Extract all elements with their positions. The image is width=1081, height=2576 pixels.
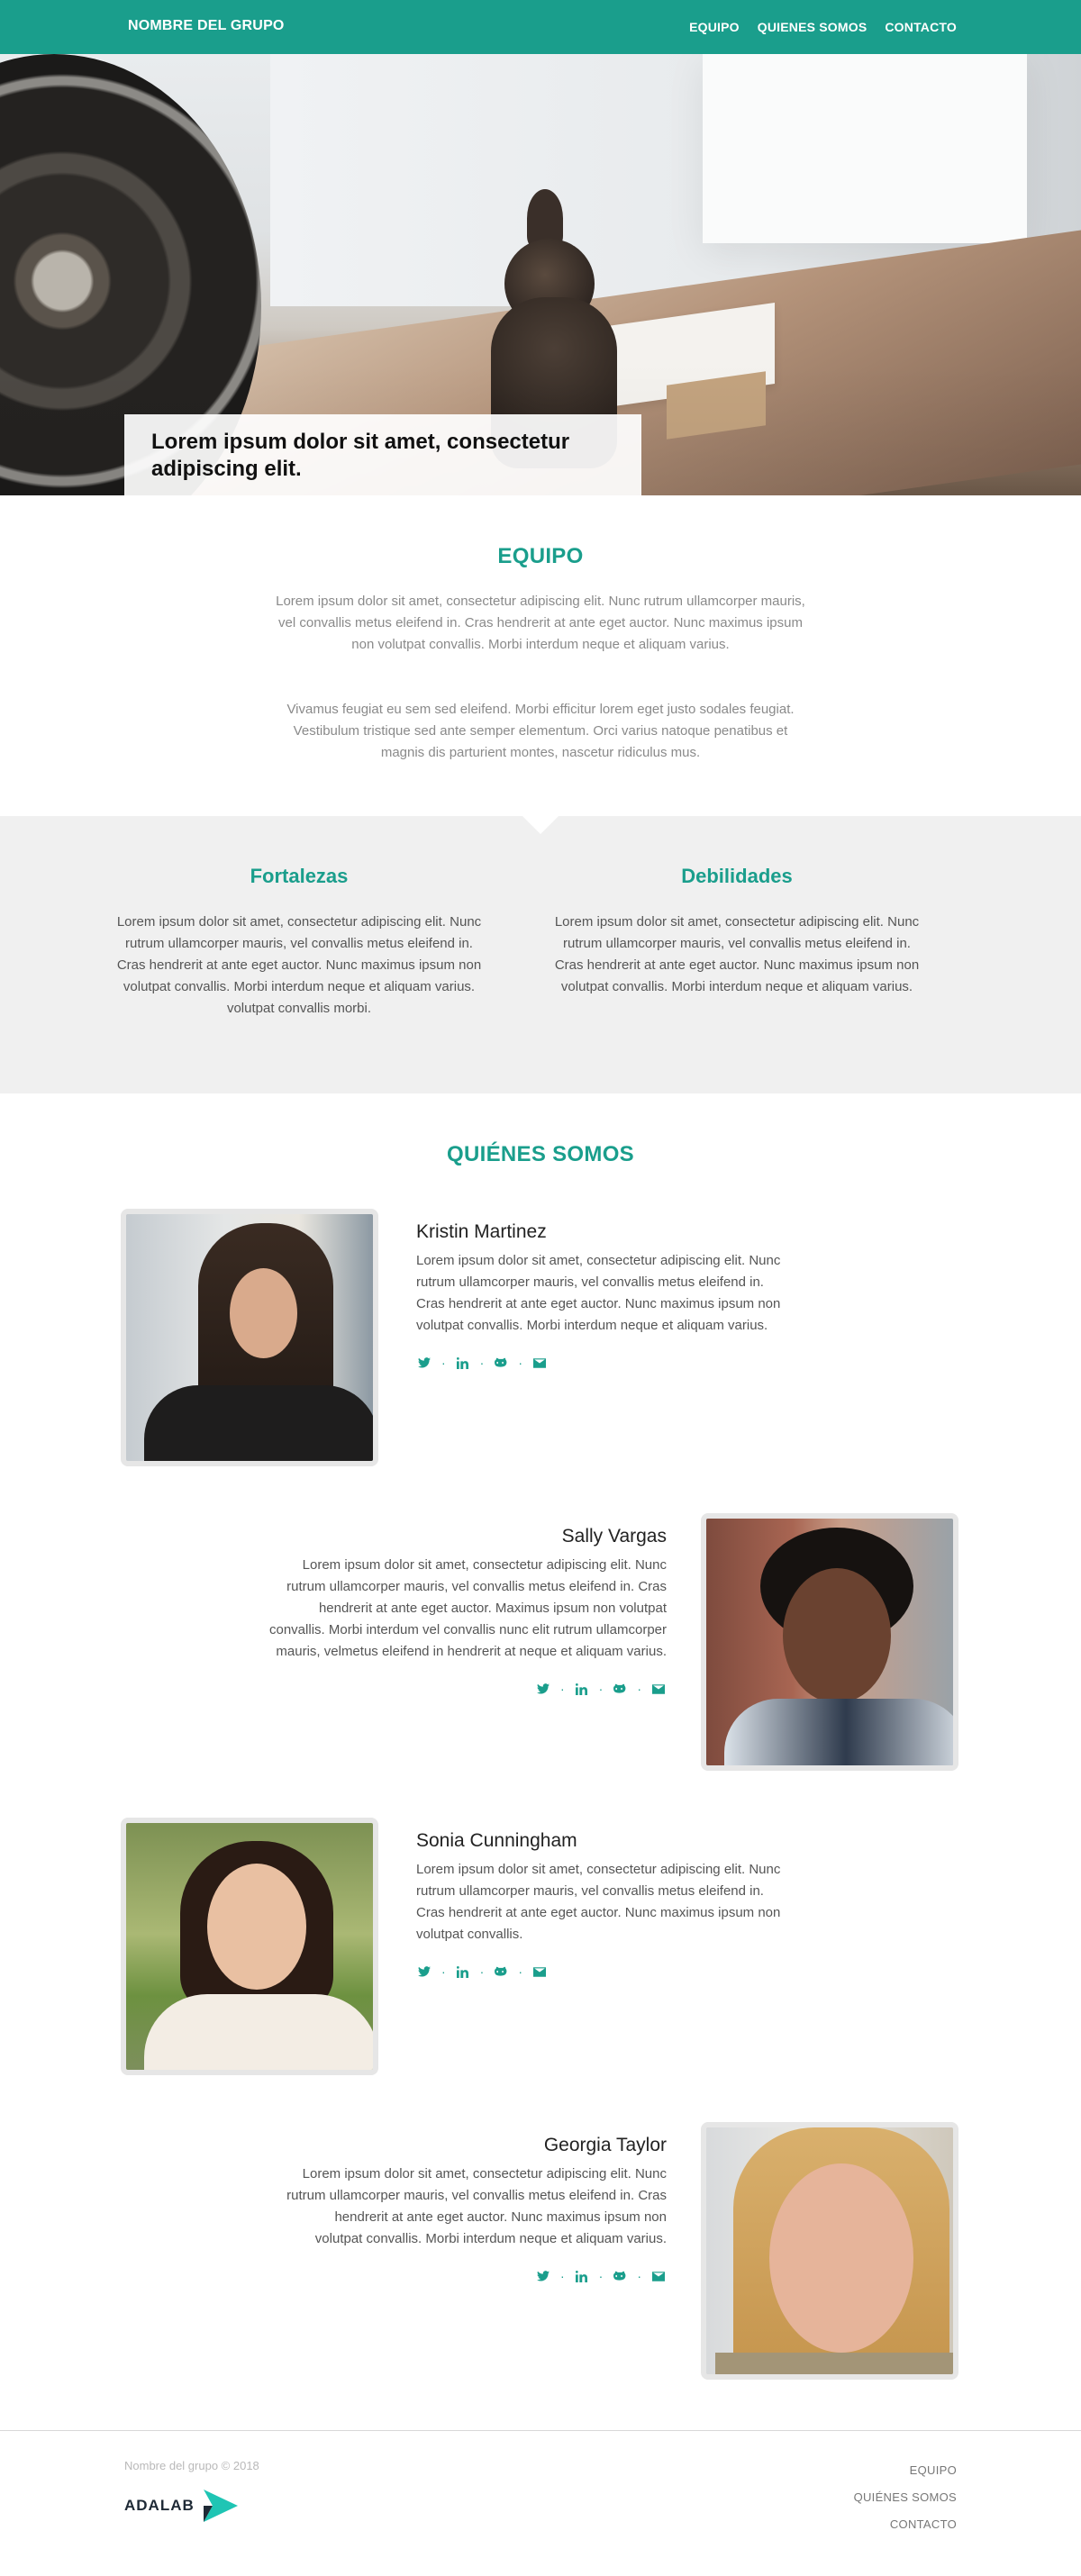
member-card-sally: Sally Vargas Lorem ipsum dolor sit amet,… (268, 1526, 667, 1697)
member-photo-kristin (121, 1209, 378, 1466)
twitter-icon[interactable] (416, 1355, 432, 1371)
member-bio: Lorem ipsum dolor sit amet, consectetur … (416, 1253, 781, 1333)
linkedin-icon[interactable] (455, 1964, 471, 1980)
linkedin-icon[interactable] (574, 2268, 590, 2284)
nav-link-equipo[interactable]: EQUIPO (689, 20, 740, 34)
main-nav: EQUIPO QUIENES SOMOS CONTACTO (689, 20, 957, 34)
github-icon[interactable] (493, 1964, 509, 1980)
member-name: Georgia Taylor (543, 2135, 667, 2155)
twitter-icon[interactable] (416, 1964, 432, 1980)
linkedin-icon[interactable] (574, 1681, 590, 1697)
twitter-icon[interactable] (535, 2268, 551, 2284)
weaknesses-title: Debilidades (681, 865, 793, 887)
footer-link-equipo[interactable]: EQUIPO (854, 2457, 957, 2484)
separator: · (637, 2269, 641, 2283)
brand-name[interactable]: NOMBRE DEL GRUPO (128, 18, 285, 34)
hero-caption: Lorem ipsum dolor sit amet, consectetur … (151, 430, 570, 481)
logo-text: ADALAB (124, 2497, 195, 2514)
member-bio: Lorem ipsum dolor sit amet, consectetur … (416, 1862, 781, 1942)
separator: · (559, 1682, 565, 1696)
github-icon[interactable] (612, 1681, 628, 1697)
github-icon[interactable] (612, 2268, 628, 2284)
nav-link-contacto[interactable]: CONTACTO (885, 20, 957, 34)
page: NOMBRE DEL GRUPO EQUIPO QUIENES SOMOS CO… (0, 0, 1081, 2576)
twitter-icon[interactable] (535, 1681, 551, 1697)
mail-icon[interactable] (650, 2268, 667, 2284)
member-bio: Lorem ipsum dolor sit amet, consectetur … (286, 2166, 667, 2246)
nav-link-quienes-somos[interactable]: QUIENES SOMOS (758, 20, 868, 34)
section-notch (522, 816, 559, 834)
member-photo-sonia (121, 1818, 378, 2075)
member-card-georgia: Georgia Taylor Lorem ipsum dolor sit ame… (286, 2135, 667, 2284)
mail-icon[interactable] (650, 1681, 667, 1697)
separator: · (598, 2269, 604, 2283)
equipo-paragraph-1: Lorem ipsum dolor sit amet, consectetur … (276, 594, 805, 652)
equipo-title: EQUIPO (497, 544, 584, 568)
social-links: · · · (286, 2268, 667, 2284)
member-card-kristin: Kristin Martinez Lorem ipsum dolor sit a… (416, 1221, 795, 1371)
separator: · (518, 1964, 523, 1979)
strengths-text: Lorem ipsum dolor sit amet, consectetur … (116, 914, 482, 994)
hero-image: Lorem ipsum dolor sit amet, consectetur … (0, 54, 1081, 495)
separator: · (518, 1356, 523, 1370)
member-bio: Lorem ipsum dolor sit amet, consectetur … (269, 1557, 667, 1659)
mail-icon[interactable] (531, 1355, 548, 1371)
strengths-column: Fortalezas Lorem ipsum dolor sit amet, c… (110, 865, 488, 1020)
weaknesses-text: Lorem ipsum dolor sit amet, consectetur … (554, 914, 920, 994)
footer-copyright: Nombre del grupo © 2018 (124, 2459, 259, 2472)
linkedin-icon[interactable] (455, 1355, 471, 1371)
separator: · (559, 2269, 565, 2283)
footer-divider (0, 2430, 1081, 2431)
strengths-title: Fortalezas (250, 865, 349, 887)
strengths-text-extra: volutpat convallis morbi. (226, 1001, 372, 1016)
top-navbar: NOMBRE DEL GRUPO EQUIPO QUIENES SOMOS CO… (0, 0, 1081, 54)
about-title: QUIÉNES SOMOS (447, 1142, 634, 1166)
social-links: · · · (416, 1964, 795, 1980)
social-links: · · · (268, 1681, 667, 1697)
strengths-weaknesses-band: Fortalezas Lorem ipsum dolor sit amet, c… (0, 816, 1081, 1093)
member-photo-georgia (701, 2122, 958, 2380)
github-icon[interactable] (493, 1355, 509, 1371)
separator: · (637, 1682, 641, 1696)
member-name: Kristin Martinez (416, 1221, 547, 1242)
footer-link-quienes-somos[interactable]: QUIÉNES SOMOS (854, 2484, 957, 2511)
hero-caption-box: Lorem ipsum dolor sit amet, consectetur … (124, 414, 641, 495)
separator: · (479, 1964, 485, 1979)
mail-icon[interactable] (531, 1964, 548, 1980)
member-name: Sonia Cunningham (416, 1830, 577, 1851)
separator: · (441, 1356, 446, 1370)
member-photo-sally (701, 1513, 958, 1771)
adalab-logo[interactable]: ADALAB (124, 2488, 240, 2524)
separator: · (598, 1682, 604, 1696)
weaknesses-column: Debilidades Lorem ipsum dolor sit amet, … (548, 865, 926, 998)
separator: · (479, 1356, 485, 1370)
logo-arrow-icon (203, 2490, 238, 2522)
member-name: Sally Vargas (561, 1526, 667, 1547)
member-card-sonia: Sonia Cunningham Lorem ipsum dolor sit a… (416, 1830, 795, 1980)
equipo-paragraph-2: Vivamus feugiat eu sem sed eleifend. Mor… (286, 702, 795, 760)
footer-link-contacto[interactable]: CONTACTO (854, 2511, 957, 2538)
social-links: · · · (416, 1355, 795, 1371)
footer-nav: EQUIPO QUIÉNES SOMOS CONTACTO (854, 2457, 957, 2538)
separator: · (441, 1964, 446, 1979)
